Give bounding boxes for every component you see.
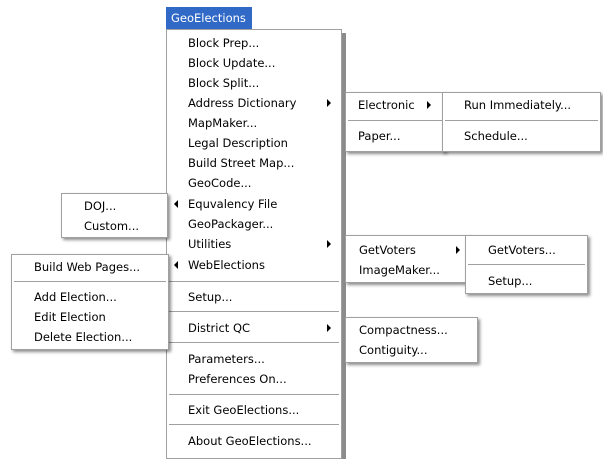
menu-item-label: GeoCode... [188,176,252,190]
menu-item-label: Edit Election [34,310,106,324]
menu-separator [169,424,339,426]
menu-item-label: Block Split... [188,76,260,90]
menu-item-label: Setup... [188,290,233,304]
submenu-arrow-icon [327,324,331,332]
submenu-arrow-icon [327,99,331,107]
menu-item-label: MapMaker... [188,116,258,130]
submenu-arrow-left-icon [174,200,178,208]
menu-separator [468,264,585,266]
menu-separator [348,120,442,122]
menu-item-label: Run Immediately... [464,98,572,112]
menu-item-equivalency-file[interactable]: Equvalency File [167,194,341,214]
menu-item-label: Block Prep... [188,36,260,50]
menu-item-getvoters[interactable]: GetVoters [346,240,469,260]
menu-item-edit-election[interactable]: Edit Election [12,307,168,327]
menu-item-parameters[interactable]: Parameters... [167,349,341,369]
webelections-submenu: Build Web Pages... Add Election... Edit … [11,254,169,350]
menu-item-label: Build Street Map... [188,156,295,170]
menu-item-about[interactable]: About GeoElections... [167,431,341,451]
menu-item-label: Delete Election... [34,330,133,344]
menu-item-geopackager[interactable]: GeoPackager... [167,214,341,234]
menu-item-label: Address Dictionary [188,96,297,110]
menu-item-block-prep[interactable]: Block Prep... [167,33,341,53]
submenu-arrow-icon [427,101,431,109]
menu-item-label: Custom... [84,219,140,233]
main-menu: Block Prep... Block Update... Block Spli… [166,29,342,459]
menu-separator [169,311,339,313]
menu-item-label: Paper... [358,129,401,143]
menu-item-paper[interactable]: Paper... [346,126,444,146]
menu-item-label: Exit GeoElections... [188,403,300,417]
menu-item-contiguity[interactable]: Contiguity... [346,340,477,360]
menu-separator [169,342,339,344]
menu-item-build-street-map[interactable]: Build Street Map... [167,153,341,173]
equivalency-file-submenu: DOJ... Custom... [61,193,168,238]
menu-item-geocode[interactable]: GeoCode... [167,173,341,193]
menu-item-label: GeoPackager... [188,217,274,231]
menu-item-label: Electronic [358,98,415,112]
menu-item-label: Legal Description [188,136,288,150]
menu-item-compactness[interactable]: Compactness... [346,320,477,340]
menu-item-label: Preferences On... [188,372,287,386]
menu-item-run-immediately[interactable]: Run Immediately... [443,95,600,115]
menu-item-label: Add Election... [34,290,117,304]
menu-item-delete-election[interactable]: Delete Election... [12,327,168,347]
menu-item-label: Parameters... [188,352,265,366]
menu-separator [445,120,598,122]
address-dictionary-submenu: Electronic Paper... [345,92,445,152]
menu-item-webelections[interactable]: WebElections [167,255,341,275]
utilities-submenu: GetVoters ImageMaker... [345,235,470,283]
menu-item-address-dictionary[interactable]: Address Dictionary [167,93,341,113]
electronic-submenu: Run Immediately... Schedule... [442,92,601,152]
menu-item-label: Setup... [488,274,533,288]
menu-item-legal-description[interactable]: Legal Description [167,133,341,153]
menu-item-label: Schedule... [464,129,528,143]
menu-item-district-qc[interactable]: District QC [167,318,341,338]
menu-item-label: Utilities [188,237,232,251]
menu-item-getvoters-setup[interactable]: Setup... [466,271,587,291]
menu-item-label: ImageMaker... [359,263,440,277]
getvoters-submenu: GetVoters... Setup... [465,235,588,294]
menu-item-label: GetVoters... [488,243,556,257]
menu-item-utilities[interactable]: Utilities [167,234,341,254]
submenu-arrow-icon [456,246,460,254]
menu-item-doj[interactable]: DOJ... [62,196,167,216]
menu-item-mapmaker[interactable]: MapMaker... [167,113,341,133]
menu-item-build-web-pages[interactable]: Build Web Pages... [12,257,168,277]
menu-item-label: District QC [188,321,251,335]
menu-item-block-update[interactable]: Block Update... [167,53,341,73]
menu-item-getvoters-run[interactable]: GetVoters... [466,240,587,260]
menu-item-block-split[interactable]: Block Split... [167,73,341,93]
menu-item-setup[interactable]: Setup... [167,287,341,307]
menu-item-label: DOJ... [84,199,117,213]
menu-item-preferences-on[interactable]: Preferences On... [167,369,341,389]
menu-item-schedule[interactable]: Schedule... [443,126,600,146]
menu-item-label: WebElections [188,258,265,272]
menu-title-geoelections[interactable]: GeoElections [166,7,252,29]
menu-item-label: Block Update... [188,56,276,70]
submenu-arrow-left-icon [174,261,178,269]
menu-item-label: GetVoters [359,243,416,257]
menu-item-custom[interactable]: Custom... [62,216,167,236]
menu-item-electronic[interactable]: Electronic [346,95,444,115]
menu-item-label: Compactness... [359,323,448,337]
menu-separator [169,394,339,396]
menu-separator [14,281,166,283]
menu-item-exit[interactable]: Exit GeoElections... [167,400,341,420]
menu-item-label: Contiguity... [359,343,428,357]
menu-item-label: Equvalency File [188,197,278,211]
district-qc-submenu: Compactness... Contiguity... [345,317,478,363]
menu-item-label: Build Web Pages... [34,260,141,274]
submenu-arrow-icon [327,240,331,248]
menu-separator [169,281,339,283]
menu-item-label: About GeoElections... [188,434,312,448]
menu-item-imagemaker[interactable]: ImageMaker... [346,260,469,280]
menu-item-add-election[interactable]: Add Election... [12,287,168,307]
